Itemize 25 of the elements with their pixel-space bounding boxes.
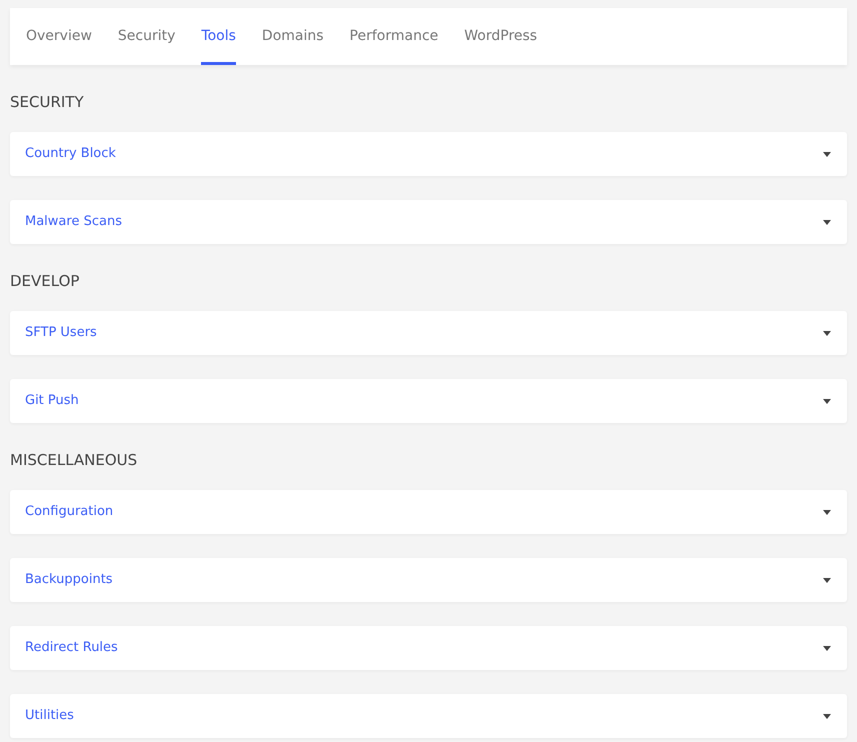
accordion-item[interactable]: Redirect Rules bbox=[10, 626, 847, 670]
tab[interactable]: Domains bbox=[262, 8, 324, 65]
tab[interactable]: Tools bbox=[201, 8, 236, 65]
caret-icon bbox=[823, 714, 831, 718]
section-heading: SECURITY bbox=[10, 92, 85, 112]
caret-icon bbox=[823, 220, 831, 224]
accordion-item[interactable]: SFTP Users bbox=[10, 311, 847, 355]
tab[interactable]: Overview bbox=[26, 8, 92, 65]
caret-icon bbox=[823, 646, 831, 650]
tab[interactable]: WordPress bbox=[464, 8, 538, 65]
caret-icon bbox=[823, 330, 831, 336]
section-heading: DEVELOP bbox=[10, 271, 80, 291]
accordion-item[interactable]: Utilities bbox=[10, 694, 847, 738]
section-heading: MISCELLANEOUS bbox=[10, 450, 138, 470]
caret-icon bbox=[823, 510, 831, 514]
caret-icon bbox=[823, 398, 831, 404]
caret-icon bbox=[823, 152, 831, 156]
tab[interactable]: Performance bbox=[350, 8, 438, 65]
caret-icon bbox=[823, 578, 831, 582]
accordion-item[interactable]: Configuration bbox=[10, 490, 847, 534]
accordion-item[interactable]: Backuppoints bbox=[10, 558, 847, 602]
accordion-item[interactable]: Malware Scans bbox=[10, 200, 847, 244]
tab[interactable]: Security bbox=[118, 8, 176, 65]
accordion-item[interactable]: Git Push bbox=[10, 379, 847, 423]
accordion-item[interactable]: Country Block bbox=[10, 132, 847, 176]
